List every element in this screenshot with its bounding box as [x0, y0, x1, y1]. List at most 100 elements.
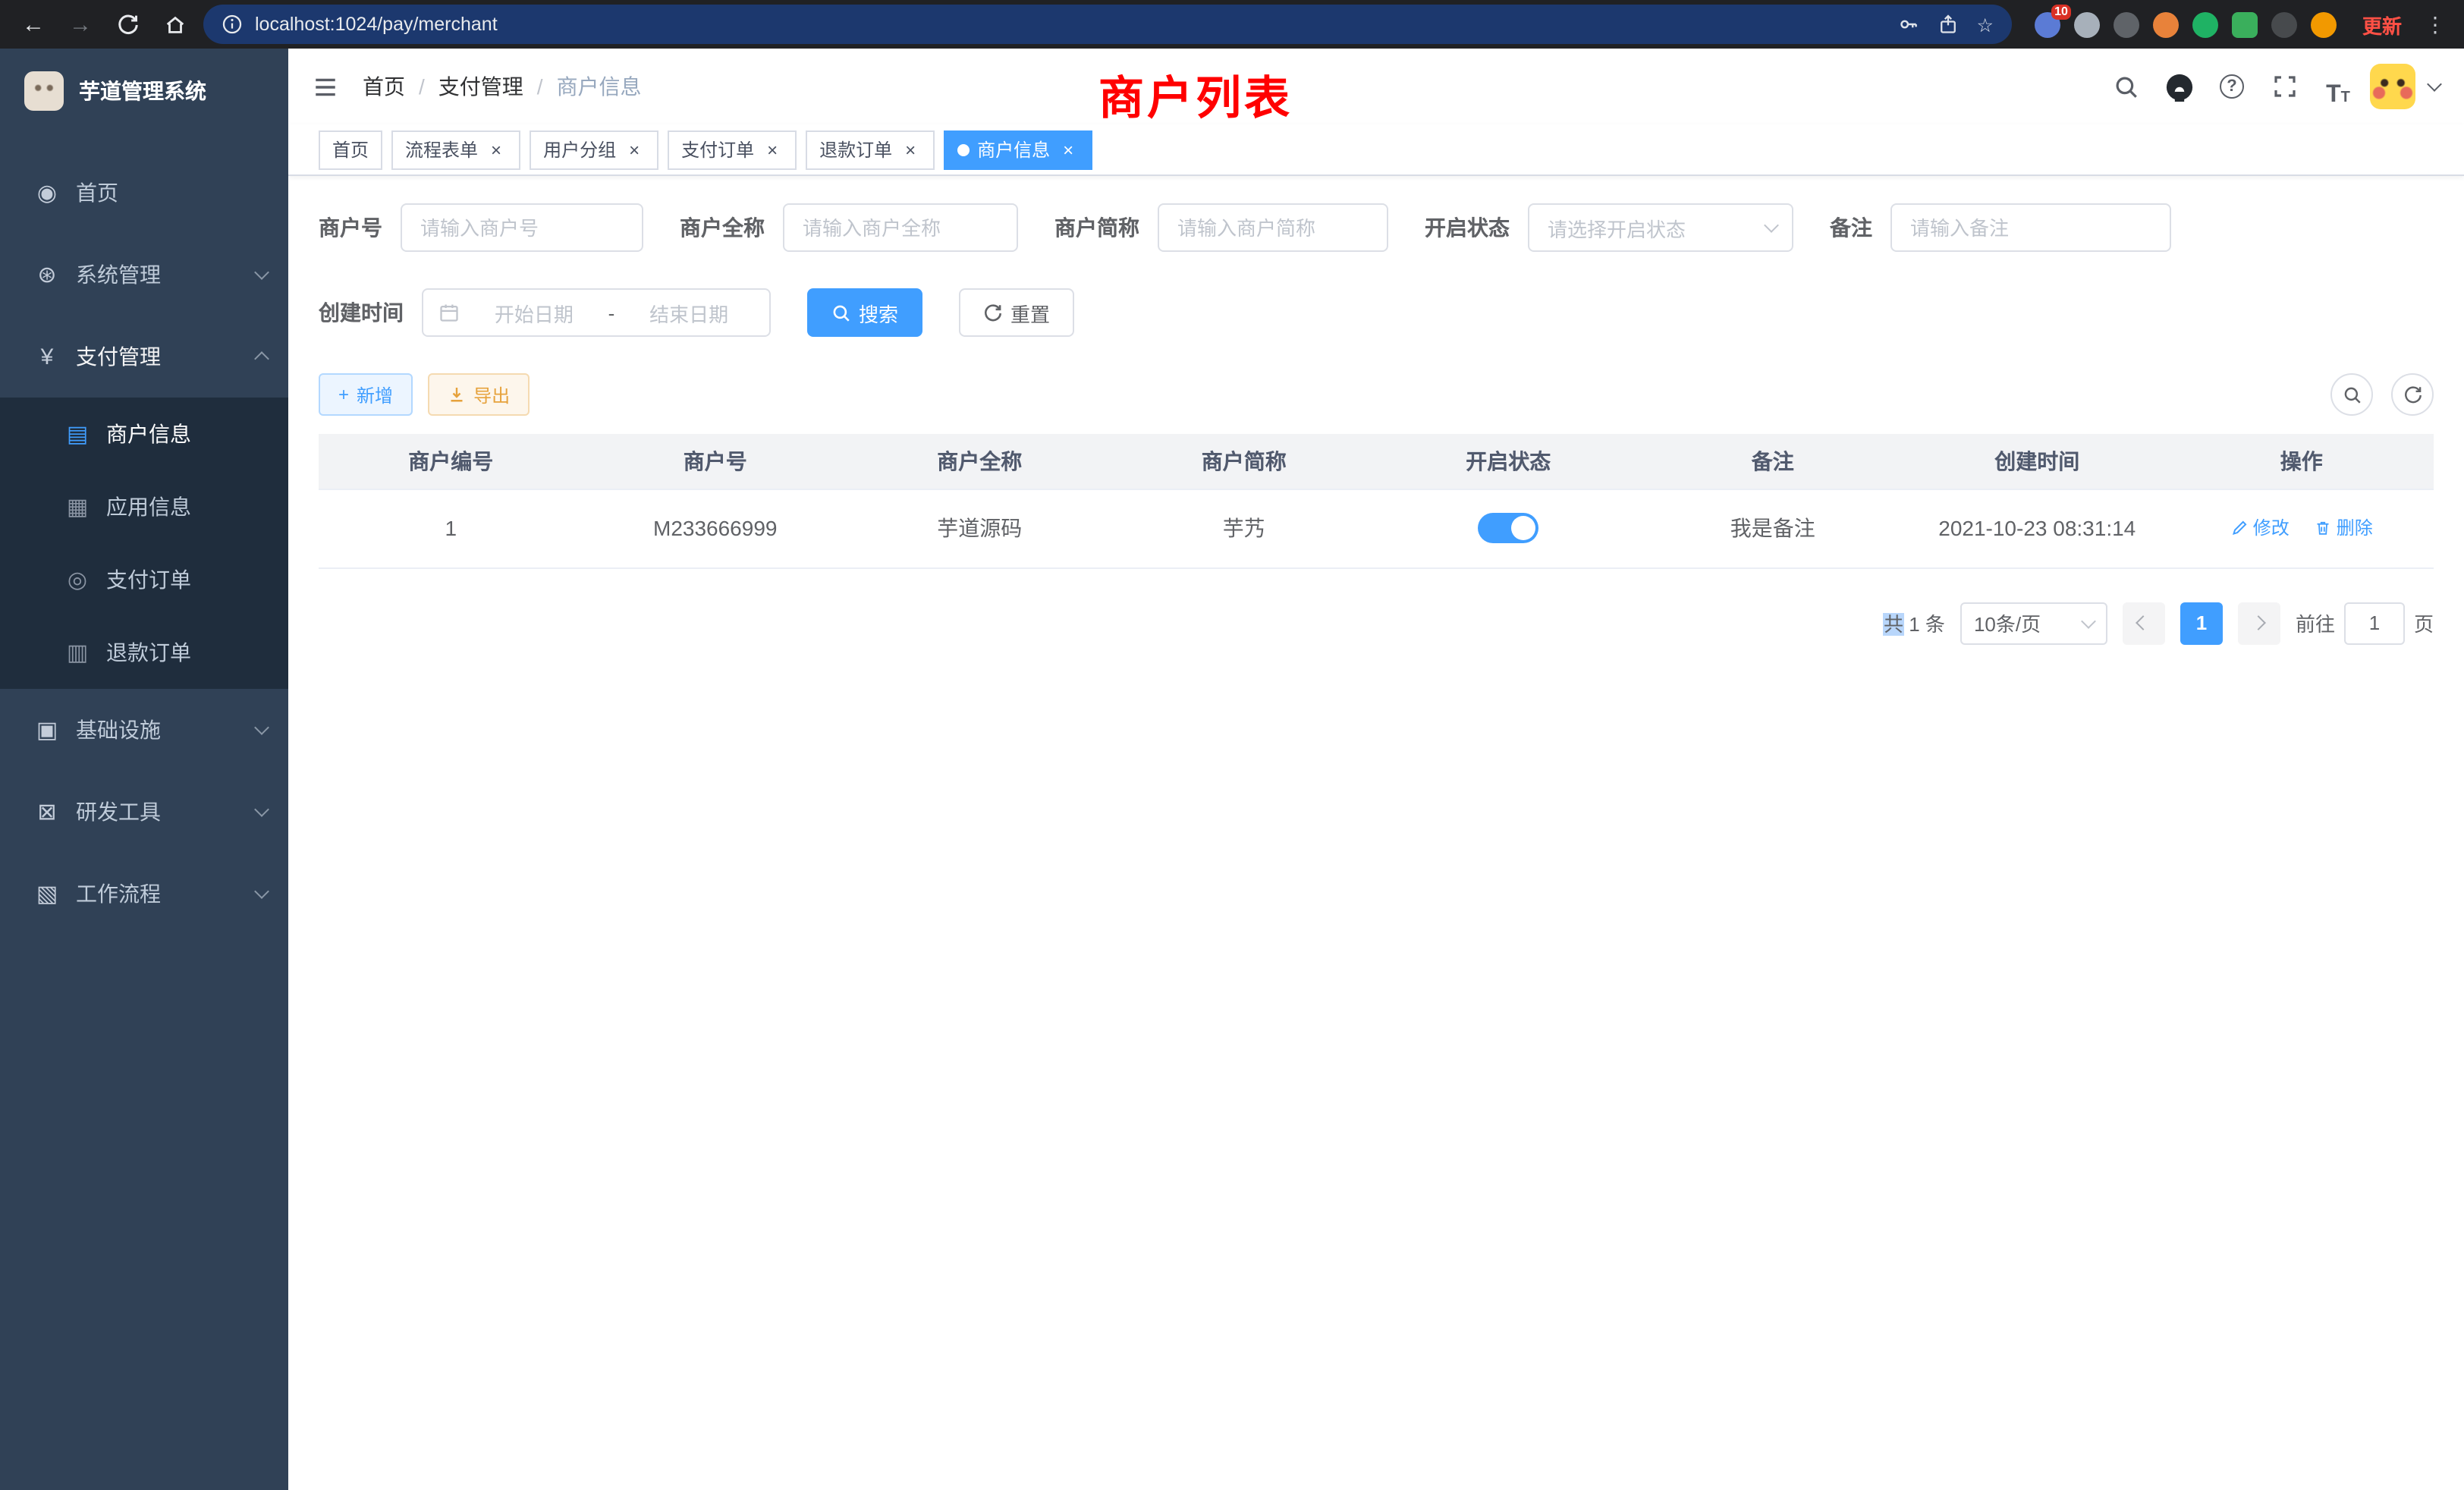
chevron-down-icon — [254, 265, 269, 280]
browser-update-button[interactable]: 更新 — [2362, 10, 2402, 39]
export-button[interactable]: 导出 — [428, 373, 530, 416]
help-icon[interactable]: ? — [2211, 65, 2253, 108]
chevron-down-icon — [254, 884, 269, 899]
add-button[interactable]: + 新增 — [319, 373, 413, 416]
address-bar[interactable]: localhost:1024/pay/merchant ☆ — [203, 5, 2012, 44]
sidebar-item-payment[interactable]: ¥ 支付管理 — [0, 316, 288, 398]
browser-profile-avatar[interactable] — [2311, 11, 2337, 37]
app-logo[interactable]: 芋道管理系统 — [0, 49, 288, 134]
address-bar-actions: ☆ — [1898, 13, 1994, 36]
table-toolbar: + 新增 导出 — [319, 373, 2434, 416]
puzzle-extensions-icon[interactable] — [2271, 11, 2297, 37]
close-icon[interactable]: × — [486, 139, 507, 160]
tab-label: 支付订单 — [681, 137, 754, 162]
extensions-row: 10 — [2035, 11, 2337, 37]
extension-badge: 10 — [2051, 4, 2071, 19]
tab-pay-order[interactable]: 支付订单 × — [668, 130, 797, 169]
share-icon[interactable] — [1938, 14, 1959, 35]
extension-icon[interactable] — [2153, 11, 2179, 37]
tab-merchant-info[interactable]: 商户信息 × — [944, 130, 1092, 169]
search-button[interactable]: 搜索 — [807, 288, 922, 337]
col-header-remark: 备注 — [1641, 434, 1906, 489]
extension-icon[interactable]: 10 — [2035, 11, 2060, 37]
fullscreen-icon[interactable] — [2264, 65, 2306, 108]
merchant-no-input[interactable] — [401, 203, 643, 252]
create-time-range-picker[interactable]: 开始日期 - 结束日期 — [422, 288, 771, 337]
reset-button[interactable]: 重置 — [959, 288, 1074, 337]
sidebar-item-workflow[interactable]: ▧ 工作流程 — [0, 853, 288, 935]
sidebar-item-infrastructure[interactable]: ▣ 基础设施 — [0, 689, 288, 771]
credit-card-icon: ▤ — [61, 420, 94, 448]
sidebar-item-home[interactable]: ◉ 首页 — [0, 152, 288, 234]
sidebar-item-app-info[interactable]: ▦ 应用信息 — [0, 470, 288, 543]
extension-icon[interactable] — [2074, 11, 2100, 37]
app-title: 芋道管理系统 — [79, 76, 206, 106]
close-icon[interactable]: × — [900, 139, 921, 160]
edit-button[interactable]: 修改 — [2230, 515, 2290, 541]
pagination-total: 共 1 条 — [1884, 608, 1945, 637]
end-date-placeholder[interactable]: 结束日期 — [624, 298, 754, 327]
page-size-select[interactable]: 10条/页 — [1960, 602, 2107, 644]
breadcrumb-item[interactable]: 首页 — [363, 71, 405, 102]
bookmark-star-icon[interactable]: ☆ — [1977, 13, 1994, 36]
sidebar-toggle-icon[interactable] — [313, 74, 338, 99]
user-avatar[interactable] — [2370, 64, 2415, 109]
tab-home[interactable]: 首页 — [319, 130, 382, 169]
prev-page-button[interactable] — [2123, 602, 2165, 644]
url-text[interactable]: localhost:1024/pay/merchant — [255, 14, 1886, 35]
filter-full-name: 商户全称 — [680, 203, 1018, 252]
filter-label: 备注 — [1830, 212, 1872, 243]
status-toggle[interactable] — [1478, 513, 1538, 543]
status-select[interactable]: 请选择开启状态 — [1528, 203, 1793, 252]
site-info-icon[interactable] — [222, 14, 243, 35]
back-icon[interactable]: ← — [15, 6, 52, 42]
sidebar-item-system[interactable]: ⊛ 系统管理 — [0, 234, 288, 316]
breadcrumb-separator: / — [537, 74, 543, 99]
next-page-button[interactable] — [2238, 602, 2280, 644]
delete-button[interactable]: 删除 — [2314, 515, 2373, 541]
filter-label: 创建时间 — [319, 297, 404, 328]
forward-icon[interactable]: → — [62, 6, 99, 42]
calendar-icon — [438, 302, 460, 323]
browser-menu-icon[interactable]: ⋮ — [2422, 11, 2449, 37]
col-header-status: 开启状态 — [1376, 434, 1641, 489]
filter-label: 商户全称 — [680, 212, 765, 243]
search-icon[interactable] — [2104, 65, 2147, 108]
reload-icon[interactable] — [109, 6, 146, 42]
tags-view: 首页 流程表单 × 用户分组 × 支付订单 × 退款订单 × — [288, 124, 2464, 176]
toggle-search-button[interactable] — [2330, 373, 2373, 416]
password-key-icon[interactable] — [1898, 14, 1919, 35]
short-name-input[interactable] — [1158, 203, 1388, 252]
goto-page-input[interactable] — [2344, 602, 2405, 644]
date-separator: - — [608, 301, 615, 324]
github-icon[interactable] — [2158, 65, 2200, 108]
sidebar-menu: ◉ 首页 ⊛ 系统管理 ¥ 支付管理 ▤ 商户信息 — [0, 134, 288, 935]
breadcrumb-item[interactable]: 支付管理 — [438, 71, 523, 102]
chevron-down-icon — [2081, 613, 2096, 628]
home-icon[interactable] — [156, 6, 193, 42]
close-icon[interactable]: × — [762, 139, 783, 160]
close-icon[interactable]: × — [1058, 139, 1079, 160]
start-date-placeholder[interactable]: 开始日期 — [469, 298, 599, 327]
extension-icon[interactable] — [2232, 11, 2258, 37]
sidebar-item-label: 系统管理 — [76, 259, 256, 290]
sidebar-item-merchant-info[interactable]: ▤ 商户信息 — [0, 398, 288, 470]
chevron-down-icon — [254, 720, 269, 735]
filter-row-1: 商户号 商户全称 商户简称 开启状态 请选择开启状态 — [319, 203, 2434, 252]
remark-input[interactable] — [1890, 203, 2171, 252]
full-name-input[interactable] — [783, 203, 1018, 252]
sidebar-item-pay-order[interactable]: ◎ 支付订单 — [0, 543, 288, 616]
tab-process-form[interactable]: 流程表单 × — [391, 130, 520, 169]
refresh-button[interactable] — [2391, 373, 2434, 416]
font-size-icon[interactable]: TT — [2317, 65, 2359, 108]
tab-refund-order[interactable]: 退款订单 × — [806, 130, 935, 169]
sidebar-item-dev-tools[interactable]: ⊠ 研发工具 — [0, 771, 288, 853]
cell-full-name: 芋道源码 — [847, 489, 1112, 567]
close-icon[interactable]: × — [624, 139, 645, 160]
extension-icon[interactable] — [2192, 11, 2218, 37]
extension-icon[interactable] — [2114, 11, 2139, 37]
sidebar-item-refund-order[interactable]: ▥ 退款订单 — [0, 616, 288, 689]
tab-user-group[interactable]: 用户分组 × — [530, 130, 658, 169]
caret-down-icon[interactable] — [2427, 77, 2442, 92]
page-number-button[interactable]: 1 — [2180, 602, 2223, 644]
